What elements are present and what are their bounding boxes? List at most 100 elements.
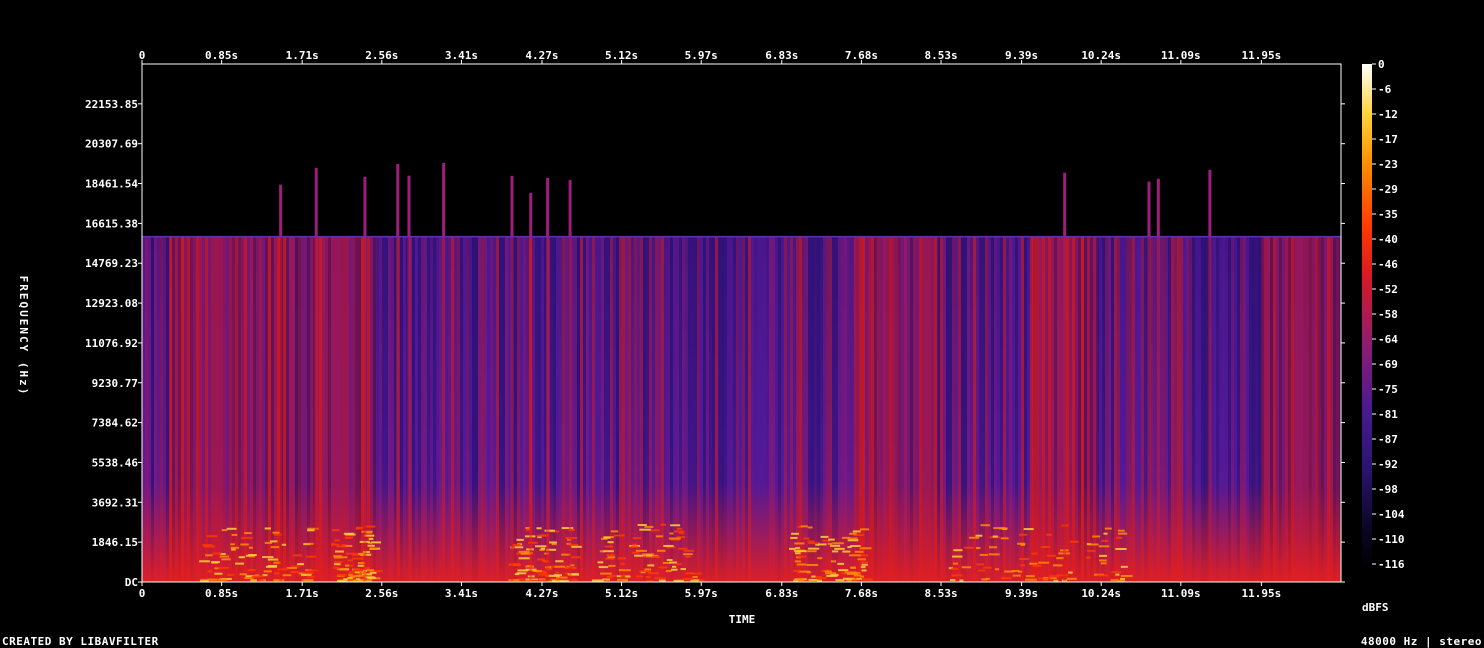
harmonic-speckle <box>617 557 626 560</box>
colorbar-tick-label: -110 <box>1378 533 1405 546</box>
transient-spike <box>568 180 572 237</box>
harmonic-speckle <box>630 545 639 548</box>
harmonic-speckle <box>334 550 344 553</box>
harmonic-speckle <box>826 574 838 577</box>
harmonic-speckle <box>203 545 216 548</box>
harmonic-speckle <box>668 537 681 540</box>
plot-area <box>141 63 1342 583</box>
harmonic-speckle <box>660 523 667 526</box>
harmonic-speckle <box>655 535 664 538</box>
harmonic-speckle <box>817 579 822 582</box>
harmonic-speckle <box>644 525 654 528</box>
harmonic-speckle <box>571 545 582 548</box>
colorbar-tick-label: -92 <box>1378 458 1398 471</box>
transient-spike <box>363 176 367 237</box>
harmonic-speckle <box>645 575 651 578</box>
harmonic-speckle <box>334 561 343 564</box>
harmonic-speckle <box>654 577 666 580</box>
transient-column <box>1147 236 1151 582</box>
x-tick-label-top: 11.09s <box>1161 49 1201 62</box>
harmonic-speckle <box>305 555 317 558</box>
harmonic-speckle <box>607 541 614 544</box>
harmonic-speckle <box>600 572 612 575</box>
harmonic-speckle <box>1038 561 1050 564</box>
sample-rate-info: 48000 Hz | stereo <box>1360 635 1482 648</box>
harmonic-speckle <box>671 565 677 568</box>
harmonic-speckle <box>207 570 213 573</box>
harmonic-speckle <box>603 550 614 553</box>
x-tick-label-bottom: 11.95s <box>1242 587 1282 600</box>
harmonic-speckle <box>331 543 336 546</box>
harmonic-speckle <box>264 527 271 530</box>
transient-spike <box>1156 178 1160 237</box>
harmonic-speckle <box>1100 562 1107 565</box>
x-tick-label-bottom: 1.71s <box>286 587 319 600</box>
harmonic-speckle <box>669 532 674 535</box>
transient-spike <box>314 167 318 237</box>
harmonic-speckle <box>610 530 619 533</box>
harmonic-speckle <box>607 556 616 559</box>
harmonic-speckle <box>683 553 693 556</box>
harmonic-speckle <box>860 578 872 581</box>
harmonic-speckle <box>852 530 861 533</box>
harmonic-speckle <box>369 548 380 551</box>
harmonic-speckle <box>227 573 235 576</box>
harmonic-speckle <box>544 529 556 532</box>
harmonic-speckle <box>269 540 278 543</box>
harmonic-speckle <box>345 536 354 539</box>
harmonic-speckle <box>230 543 235 546</box>
x-tick-label-bottom: 2.56s <box>365 587 398 600</box>
colorbar: 0 -6 -12 -17 -23 -29 -35 -40 -46 -52 -58 -64 -69 -75 -… <box>1362 58 1405 614</box>
harmonic-speckle <box>685 555 691 558</box>
colorbar-scale <box>1362 64 1372 570</box>
harmonic-speckle <box>349 571 355 574</box>
colorbar-tick-label: -12 <box>1378 108 1398 121</box>
harmonic-speckle <box>244 532 252 535</box>
harmonic-speckle <box>292 554 302 557</box>
harmonic-speckle <box>692 576 698 579</box>
harmonic-speckle <box>645 554 653 557</box>
transient-spike <box>1063 172 1067 237</box>
x-axis-top: 0 0.85s 1.71s 2.56s 3.41s 4.27s 5.12s 5.97s 6.83… <box>139 49 1282 64</box>
x-tick-label-bottom: 5.97s <box>685 587 718 600</box>
harmonic-speckle <box>683 577 694 580</box>
harmonic-speckle <box>678 547 688 550</box>
harmonic-speckle <box>306 542 314 545</box>
harmonic-speckle <box>1038 577 1051 580</box>
colorbar-tick-label: -75 <box>1378 383 1398 396</box>
harmonic-speckle <box>604 545 614 548</box>
harmonic-speckle <box>848 554 861 557</box>
harmonic-speckle <box>796 563 807 566</box>
transient-spike <box>529 192 533 237</box>
harmonic-speckle <box>665 570 672 573</box>
x-tick-label-top: 8.53s <box>924 49 957 62</box>
harmonic-speckle <box>516 572 527 575</box>
harmonic-speckle <box>230 546 240 549</box>
harmonic-speckle <box>670 568 678 571</box>
harmonic-speckle <box>800 525 808 528</box>
harmonic-speckle <box>837 562 845 565</box>
harmonic-speckle <box>270 546 280 549</box>
harmonic-speckle <box>231 533 238 536</box>
harmonic-speckle <box>349 575 361 578</box>
harmonic-speckle <box>832 542 844 545</box>
harmonic-speckle <box>806 563 819 566</box>
y-axis-right-ticks <box>1341 103 1345 583</box>
colorbar-tick-label: -52 <box>1378 283 1398 296</box>
harmonic-speckle <box>951 567 959 570</box>
transient-column <box>568 236 572 582</box>
harmonic-speckle <box>1031 552 1038 555</box>
harmonic-speckle <box>1089 543 1099 546</box>
x-tick-label-top: 11.95s <box>1242 49 1282 62</box>
harmonic-speckle <box>534 545 547 548</box>
harmonic-speckle <box>226 527 237 530</box>
harmonic-speckle <box>1049 577 1057 580</box>
harmonic-speckle <box>794 550 807 553</box>
harmonic-speckle <box>849 532 857 535</box>
x-tick-label-bottom: 5.12s <box>605 587 638 600</box>
harmonic-speckle <box>1115 547 1127 550</box>
harmonic-speckle <box>290 571 299 574</box>
x-tick-label-bottom: 6.83s <box>765 587 798 600</box>
harmonic-speckle <box>842 550 851 553</box>
harmonic-speckle <box>518 557 531 560</box>
